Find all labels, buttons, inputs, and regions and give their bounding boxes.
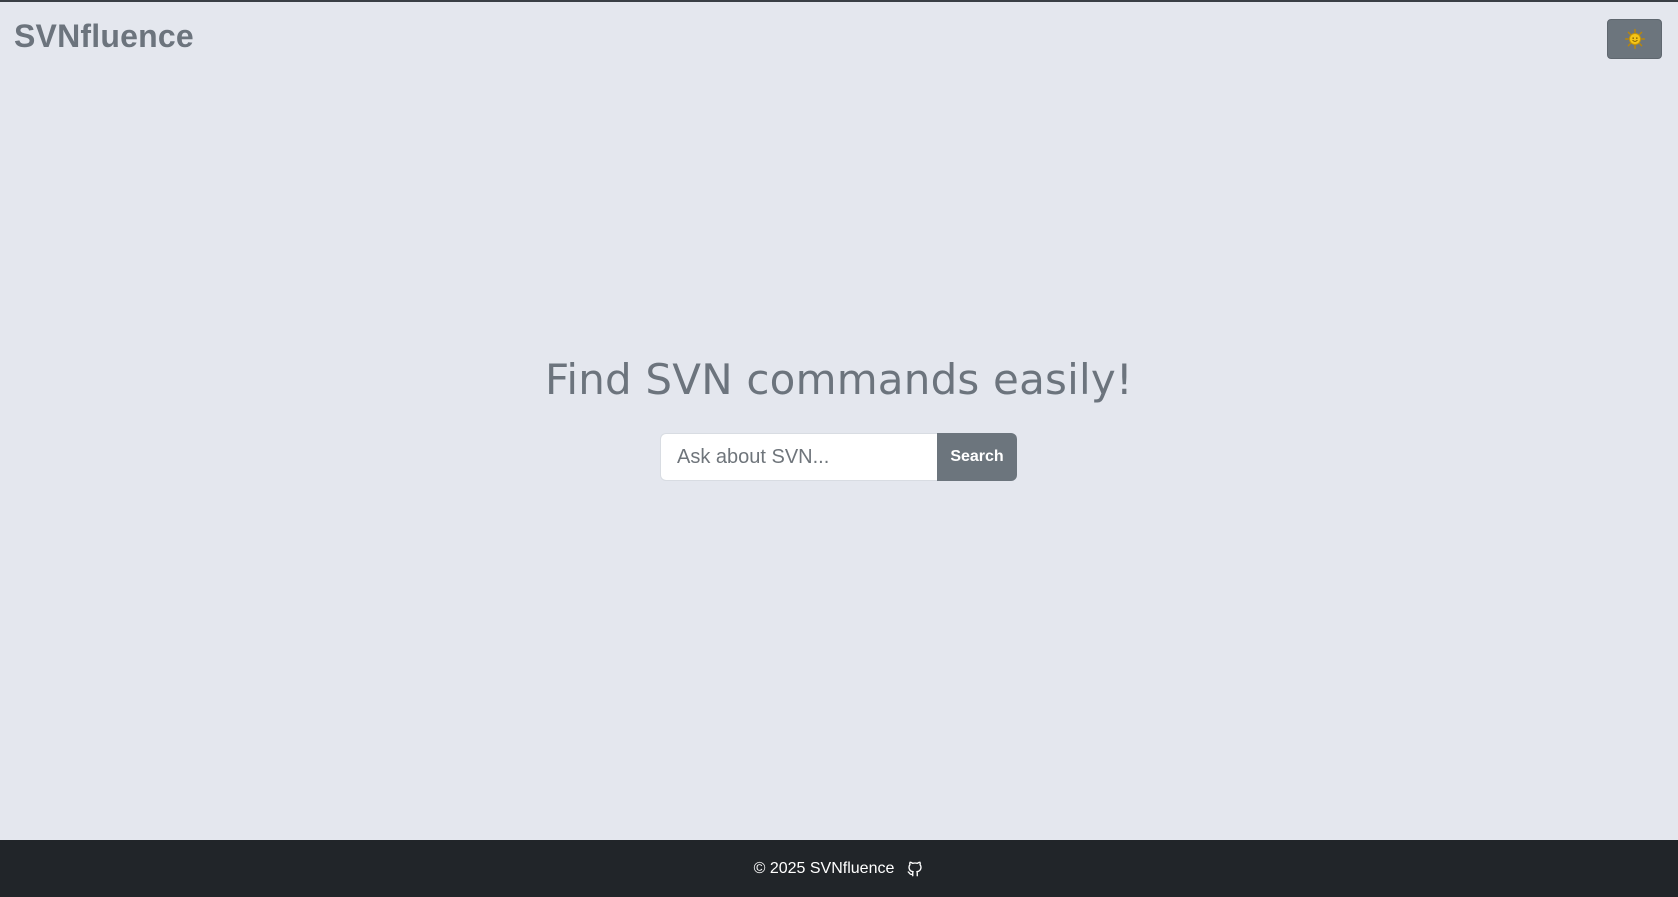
footer-copyright: © 2025 SVNfluence [753, 859, 895, 877]
page-title: Find SVN commands easily! [545, 355, 1133, 404]
top-navbar: SVNfluence [0, 2, 1678, 72]
search-input[interactable] [660, 433, 937, 481]
github-icon [907, 861, 923, 876]
brand-logo[interactable]: SVNfluence [14, 18, 194, 55]
sun-icon [1624, 28, 1645, 50]
theme-toggle-button[interactable] [1607, 19, 1662, 59]
page-footer: © 2025 SVNfluence [0, 840, 1678, 897]
search-button[interactable]: Search [937, 433, 1017, 481]
hero-section: Find SVN commands easily! [0, 355, 1678, 404]
github-link[interactable] [906, 860, 924, 878]
search-form: Search [660, 433, 1017, 481]
